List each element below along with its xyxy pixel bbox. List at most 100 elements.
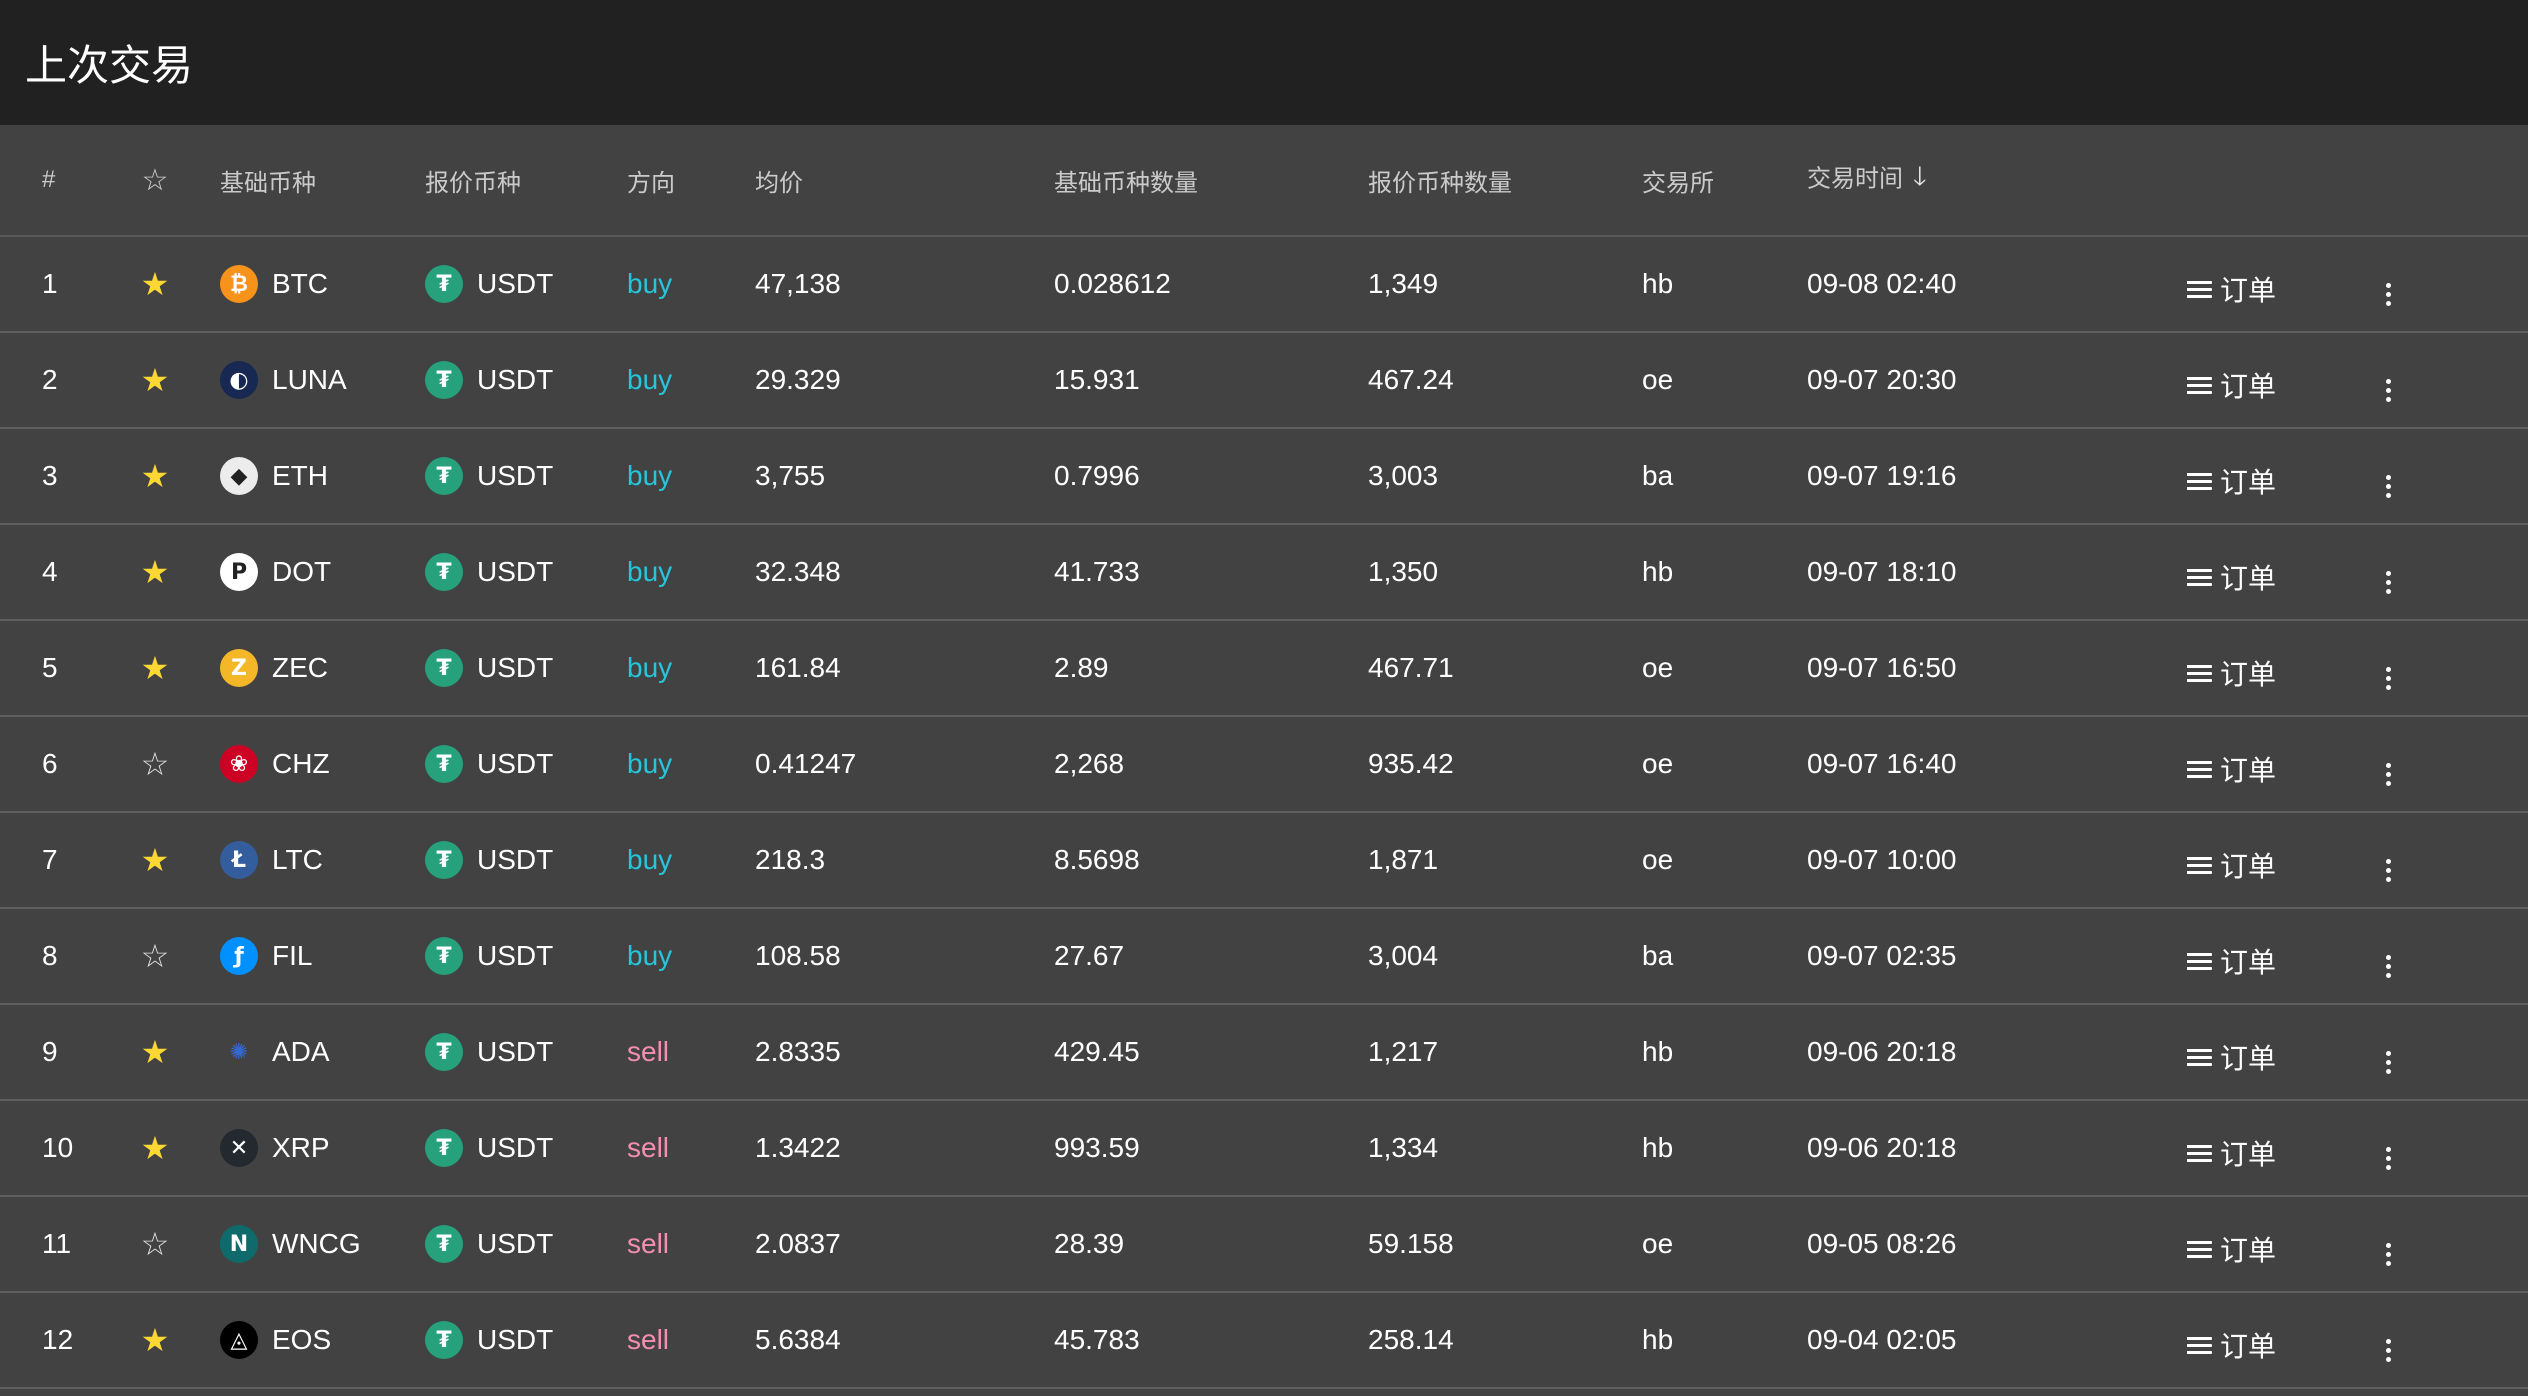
list-icon [2188,1144,2212,1162]
orders-button[interactable]: 订单 [2188,845,2276,885]
quote-currency-cell: ₮ USDT [425,1292,627,1389]
base-currency-cell: ₿ BTC [220,236,425,333]
orders-button[interactable]: 订单 [2188,1133,2276,1173]
star-outline-icon: ☆ [141,163,169,197]
col-header-base[interactable]: 基础币种 [220,125,425,237]
base-currency-cell: N WNCG [220,1196,425,1293]
table-row[interactable]: 1 ★ ₿ BTC ₮ USDT buy 47,138 0.028612 1,3… [0,236,2528,333]
favorite-toggle[interactable]: ★ [90,1292,220,1389]
side-cell: buy [627,812,755,909]
more-vertical-icon[interactable] [2378,282,2398,306]
more-vertical-icon[interactable] [2378,954,2398,978]
more-cell [2378,1004,2528,1101]
row-index: 2 [0,332,90,429]
col-header-favorite[interactable]: ☆ [90,125,220,237]
favorite-toggle[interactable]: ☆ [90,1196,220,1293]
favorite-toggle[interactable]: ☆ [90,908,220,1005]
orders-button-label: 订单 [2220,659,2277,691]
orders-button[interactable]: 订单 [2188,749,2276,789]
more-cell [2378,428,2528,525]
wncg-icon: N [220,1225,258,1263]
orders-button[interactable]: 订单 [2188,941,2276,981]
more-vertical-icon[interactable] [2378,1338,2398,1362]
orders-button[interactable]: 订单 [2188,1229,2276,1269]
quote-amount-cell: 1,350 [1368,524,1642,621]
list-icon [2188,568,2212,586]
exchange-cell: oe [1642,716,1807,813]
favorite-toggle[interactable]: ★ [90,332,220,429]
more-vertical-icon[interactable] [2378,474,2398,498]
time-cell: 09-05 08:26 [1807,1196,2188,1293]
litecoin-icon: Ł [220,841,258,879]
orders-button[interactable]: 订单 [2188,365,2276,405]
orders-button-label: 订单 [2220,1043,2277,1075]
col-header-base-amount[interactable]: 基础币种数量 [1054,125,1368,237]
orders-button[interactable]: 订单 [2188,461,2276,501]
more-cell [2378,1292,2528,1389]
orders-button[interactable]: 订单 [2188,557,2276,597]
col-header-side[interactable]: 方向 [627,125,755,237]
orders-cell: 订单 [2188,620,2378,717]
table-row[interactable]: 5 ★ Z ZEC ₮ USDT buy 161.84 2.89 467.71 … [0,620,2528,717]
row-index: 11 [0,1196,90,1293]
table-row[interactable]: 6 ☆ ❀ CHZ ₮ USDT buy 0.41247 2,268 935.4… [0,716,2528,813]
table-row[interactable]: 2 ★ ◐ LUNA ₮ USDT buy 29.329 15.931 467.… [0,332,2528,429]
quote-currency-cell: ₮ USDT [425,1004,627,1101]
orders-button-label: 订单 [2220,851,2277,883]
star-filled-icon: ★ [140,650,170,686]
table-row[interactable]: 4 ★ P DOT ₮ USDT buy 32.348 41.733 1,350… [0,524,2528,621]
table-row[interactable]: 7 ★ Ł LTC ₮ USDT buy 218.3 8.5698 1,871 … [0,812,2528,909]
star-filled-icon: ★ [140,458,170,494]
tether-usdt-icon: ₮ [425,1129,463,1167]
col-header-avg-price[interactable]: 均价 [755,125,1054,237]
base-currency-cell: ◬ EOS [220,1292,425,1389]
col-header-exchange[interactable]: 交易所 [1642,125,1807,237]
more-vertical-icon[interactable] [2378,1050,2398,1074]
more-vertical-icon[interactable] [2378,858,2398,882]
time-cell: 09-04 02:05 [1807,1292,2188,1389]
favorite-toggle[interactable]: ★ [90,1004,220,1101]
favorite-toggle[interactable]: ★ [90,812,220,909]
col-header-quote-amount[interactable]: 报价币种数量 [1368,125,1642,237]
orders-button-label: 订单 [2220,371,2277,403]
more-vertical-icon[interactable] [2378,1242,2398,1266]
more-vertical-icon[interactable] [2378,1146,2398,1170]
table-row[interactable]: 10 ★ ✕ XRP ₮ USDT sell 1.3422 993.59 1,3… [0,1100,2528,1197]
table-row[interactable]: 12 ★ ◬ EOS ₮ USDT sell 5.6384 45.783 258… [0,1292,2528,1389]
avg-price-cell: 29.329 [755,332,1054,429]
quote-amount-cell: 3,004 [1368,908,1642,1005]
table-row[interactable]: 9 ★ ✺ ADA ₮ USDT sell 2.8335 429.45 1,21… [0,1004,2528,1101]
orders-cell: 订单 [2188,716,2378,813]
table-row[interactable]: 11 ☆ N WNCG ₮ USDT sell 2.0837 28.39 59.… [0,1196,2528,1293]
col-header-quote[interactable]: 报价币种 [425,125,627,237]
avg-price-cell: 47,138 [755,236,1054,333]
more-vertical-icon[interactable] [2378,666,2398,690]
side-cell: buy [627,428,755,525]
favorite-toggle[interactable]: ★ [90,524,220,621]
row-index: 12 [0,1292,90,1389]
favorite-toggle[interactable]: ★ [90,236,220,333]
more-vertical-icon[interactable] [2378,762,2398,786]
quote-currency-label: USDT [477,940,554,971]
orders-button[interactable]: 订单 [2188,653,2276,693]
exchange-cell: ba [1642,428,1807,525]
exchange-cell: hb [1642,236,1807,333]
list-icon [2188,1048,2212,1066]
star-outline-icon: ☆ [140,938,170,974]
favorite-toggle[interactable]: ★ [90,428,220,525]
col-header-time[interactable]: 交易时间 🡓 [1807,125,2188,237]
table-row[interactable]: 3 ★ ◆ ETH ₮ USDT buy 3,755 0.7996 3,003 … [0,428,2528,525]
orders-button[interactable]: 订单 [2188,1325,2276,1365]
star-filled-icon: ★ [140,1322,170,1358]
quote-currency-label: USDT [477,1132,554,1163]
base-amount-cell: 2.89 [1054,620,1368,717]
favorite-toggle[interactable]: ★ [90,1100,220,1197]
table-row[interactable]: 8 ☆ ƒ FIL ₮ USDT buy 108.58 27.67 3,004 … [0,908,2528,1005]
more-vertical-icon[interactable] [2378,378,2398,402]
more-vertical-icon[interactable] [2378,570,2398,594]
favorite-toggle[interactable]: ★ [90,620,220,717]
orders-button[interactable]: 订单 [2188,1037,2276,1077]
orders-cell: 订单 [2188,812,2378,909]
favorite-toggle[interactable]: ☆ [90,716,220,813]
orders-button[interactable]: 订单 [2188,269,2276,309]
